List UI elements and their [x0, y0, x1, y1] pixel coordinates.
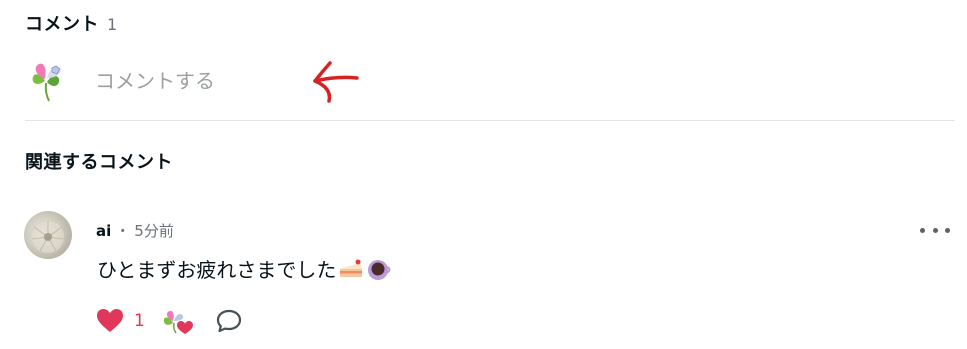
cake-icon [338, 257, 364, 281]
related-comments-title: 関連するコメント [25, 152, 173, 173]
comments-header: コメント 1 [25, 10, 117, 36]
more-options-button[interactable] [920, 220, 950, 240]
divider [25, 120, 955, 121]
meta-separator: ・ [115, 222, 131, 240]
comment-timestamp: 5分前 [134, 222, 174, 240]
comment-input[interactable] [95, 69, 275, 93]
comment-meta: ai ・ 5分前 [96, 220, 174, 241]
like-count: 1 [134, 311, 145, 331]
like-button[interactable]: 1 [96, 308, 145, 334]
heart-icon [97, 309, 123, 332]
user-avatar[interactable] [25, 59, 69, 103]
avatar[interactable] [24, 211, 72, 259]
reply-bubble-icon [216, 309, 241, 333]
comment-username[interactable]: ai [96, 222, 111, 240]
comments-count: 1 [107, 15, 118, 34]
comment-body: ひとまずお疲れさまでした [97, 258, 337, 282]
comments-section: コメント 1 関連するコメント [0, 0, 967, 349]
clover-heart-icon [163, 310, 193, 334]
comment-actions: 1 [96, 306, 243, 336]
reply-button[interactable] [215, 308, 243, 334]
comments-title: コメント [25, 14, 99, 35]
dandelion-photo [31, 221, 65, 253]
comment-input-row [25, 56, 945, 106]
clover-avatar-icon [32, 63, 61, 102]
coffee-icon [366, 257, 392, 281]
more-dots-icon [920, 227, 925, 233]
comment-text: ひとまずお疲れさまでした [97, 254, 392, 283]
liker-avatar[interactable] [161, 307, 195, 335]
red-arrow-annotation [313, 61, 359, 103]
